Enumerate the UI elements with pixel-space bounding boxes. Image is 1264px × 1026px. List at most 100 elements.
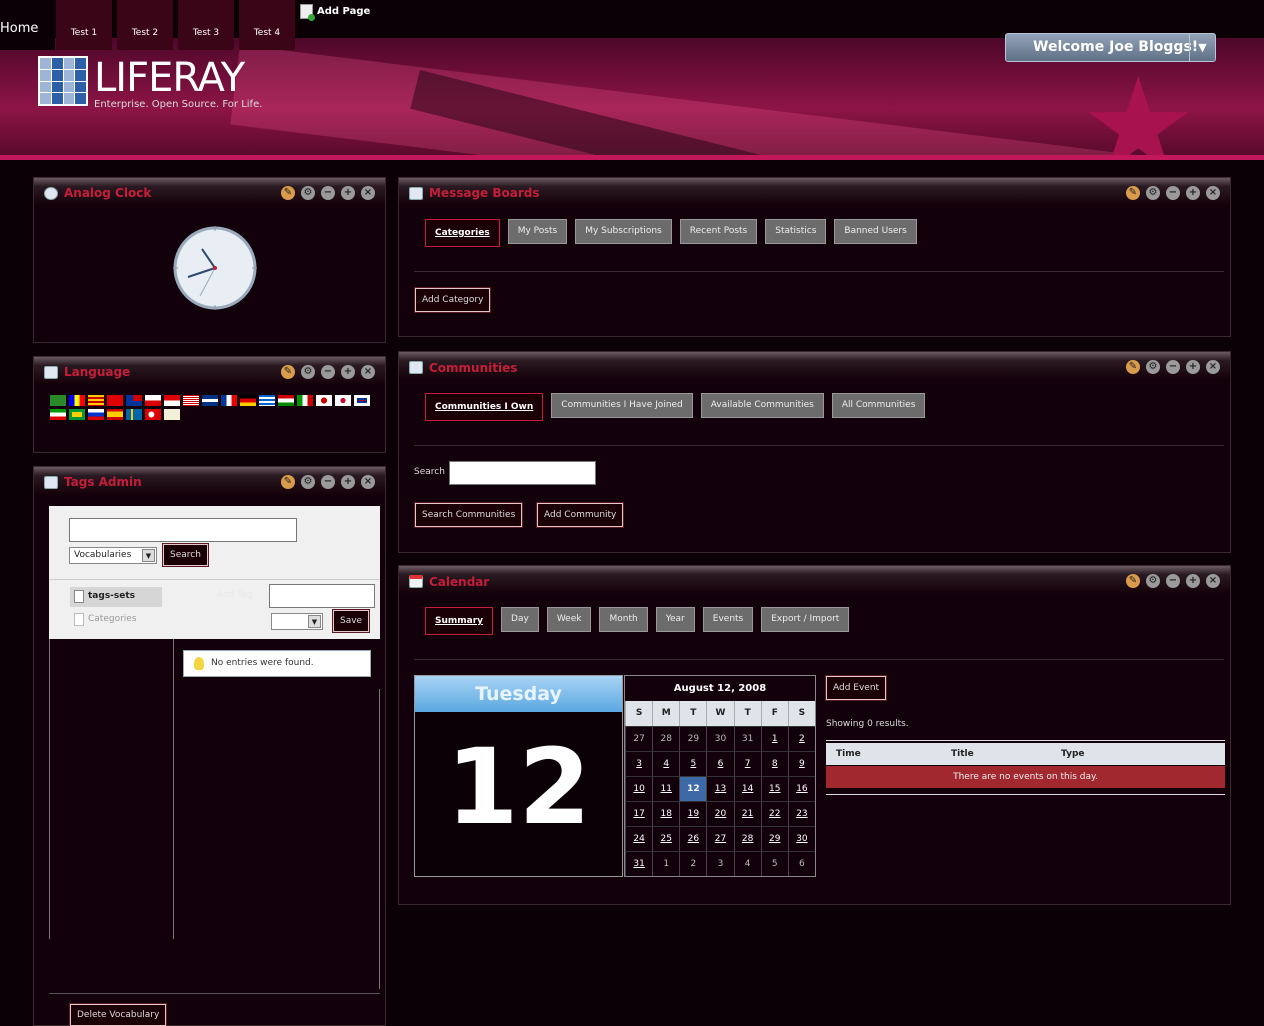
close-icon[interactable]: ×: [361, 186, 375, 200]
gear-icon[interactable]: ⚙: [301, 365, 315, 379]
flag-icon[interactable]: [164, 395, 180, 406]
calendar-day[interactable]: 31: [733, 726, 761, 751]
flag-icon[interactable]: [164, 409, 180, 420]
save-button[interactable]: Save: [331, 609, 371, 633]
calendar-day[interactable]: 26: [679, 826, 707, 851]
close-icon[interactable]: ×: [1206, 186, 1220, 200]
nav-home[interactable]: Home: [0, 0, 55, 50]
maximize-icon[interactable]: +: [341, 365, 355, 379]
flag-icon[interactable]: [50, 395, 66, 406]
tab-communities-i-have-joined[interactable]: Communities I Have Joined: [551, 393, 693, 418]
communities-search-input[interactable]: [449, 461, 596, 485]
calendar-day[interactable]: 1: [760, 726, 788, 751]
calendar-day[interactable]: 12: [679, 776, 707, 801]
flag-icon[interactable]: [69, 395, 85, 406]
maximize-icon[interactable]: +: [1186, 574, 1200, 588]
tab-year[interactable]: Year: [655, 607, 695, 632]
add-page-button[interactable]: Add Page: [300, 4, 370, 21]
calendar-day[interactable]: 10: [625, 776, 653, 801]
calendar-day[interactable]: 13: [706, 776, 734, 801]
tag-parent-select[interactable]: ▼: [271, 613, 323, 630]
tab-statistics[interactable]: Statistics: [765, 219, 827, 244]
vocabularies-select[interactable]: Vocabularies ▼: [69, 547, 157, 564]
nav-tab-test-1[interactable]: Test 1: [56, 0, 112, 50]
minimize-icon[interactable]: −: [1166, 574, 1180, 588]
tab-communities-i-own[interactable]: Communities I Own: [425, 393, 544, 421]
calendar-day[interactable]: 8: [760, 751, 788, 776]
tags-search-input[interactable]: [69, 518, 297, 542]
calendar-day[interactable]: 7: [733, 751, 761, 776]
gear-icon[interactable]: ⚙: [1146, 360, 1160, 374]
minimize-icon[interactable]: −: [321, 475, 335, 489]
maximize-icon[interactable]: +: [1186, 360, 1200, 374]
flag-icon[interactable]: [183, 395, 199, 406]
calendar-day[interactable]: 28: [652, 726, 680, 751]
flag-icon[interactable]: [297, 395, 313, 406]
flag-icon[interactable]: [88, 409, 104, 420]
calendar-day[interactable]: 27: [706, 826, 734, 851]
tab-month[interactable]: Month: [599, 607, 648, 632]
tab-my-subscriptions[interactable]: My Subscriptions: [575, 219, 672, 244]
close-icon[interactable]: ×: [1206, 360, 1220, 374]
welcome-menu-button[interactable]: Welcome Joe Bloggs! ▼: [1005, 33, 1216, 62]
calendar-day[interactable]: 14: [733, 776, 761, 801]
calendar-day[interactable]: 5: [760, 851, 788, 876]
palette-icon[interactable]: ✎: [1126, 574, 1140, 588]
gear-icon[interactable]: ⚙: [301, 186, 315, 200]
calendar-day[interactable]: 16: [787, 776, 815, 801]
calendar-day[interactable]: 6: [787, 851, 815, 876]
add-tag-input[interactable]: [269, 584, 375, 608]
flag-icon[interactable]: [126, 395, 142, 406]
calendar-day[interactable]: 4: [733, 851, 761, 876]
flag-icon[interactable]: [107, 395, 123, 406]
maximize-icon[interactable]: +: [341, 186, 355, 200]
flag-icon[interactable]: [202, 395, 218, 406]
calendar-day[interactable]: 31: [625, 851, 653, 876]
vocab-item-tags-sets[interactable]: tags-sets: [70, 587, 162, 607]
tags-search-button[interactable]: Search: [162, 543, 209, 567]
flag-icon[interactable]: [126, 409, 142, 420]
close-icon[interactable]: ×: [361, 365, 375, 379]
add-community-button[interactable]: Add Community: [535, 502, 625, 528]
palette-icon[interactable]: ✎: [1126, 360, 1140, 374]
tab-available-communities[interactable]: Available Communities: [700, 393, 824, 418]
palette-icon[interactable]: ✎: [281, 365, 295, 379]
tab-my-posts[interactable]: My Posts: [507, 219, 568, 244]
nav-tab-test-4[interactable]: Test 4: [239, 0, 295, 50]
flag-icon[interactable]: [278, 395, 294, 406]
minimize-icon[interactable]: −: [321, 365, 335, 379]
close-icon[interactable]: ×: [1206, 574, 1220, 588]
calendar-day[interactable]: 1: [652, 851, 680, 876]
tab-export-import[interactable]: Export / Import: [761, 607, 850, 632]
flag-icon[interactable]: [50, 409, 66, 420]
gear-icon[interactable]: ⚙: [1146, 574, 1160, 588]
calendar-day[interactable]: 3: [625, 751, 653, 776]
tab-week[interactable]: Week: [546, 607, 592, 632]
calendar-day[interactable]: 25: [652, 826, 680, 851]
minimize-icon[interactable]: −: [1166, 360, 1180, 374]
flag-icon[interactable]: [240, 395, 256, 406]
flag-icon[interactable]: [316, 395, 332, 406]
tab-events[interactable]: Events: [702, 607, 754, 632]
calendar-day[interactable]: 27: [625, 726, 653, 751]
calendar-day[interactable]: 24: [625, 826, 653, 851]
tab-summary[interactable]: Summary: [425, 607, 494, 635]
flag-icon[interactable]: [69, 409, 85, 420]
calendar-day[interactable]: 30: [787, 826, 815, 851]
calendar-day[interactable]: 20: [706, 801, 734, 826]
delete-vocabulary-button[interactable]: Delete Vocabulary: [68, 1003, 168, 1026]
add-category-button[interactable]: Add Category: [413, 287, 492, 313]
tab-day[interactable]: Day: [501, 607, 539, 632]
palette-icon[interactable]: ✎: [281, 186, 295, 200]
tab-categories[interactable]: Categories: [425, 219, 500, 247]
calendar-day[interactable]: 22: [760, 801, 788, 826]
calendar-day[interactable]: 30: [706, 726, 734, 751]
dropdown-arrow-icon[interactable]: ▼: [1189, 34, 1215, 61]
close-icon[interactable]: ×: [361, 475, 375, 489]
calendar-day[interactable]: 4: [652, 751, 680, 776]
calendar-day[interactable]: 5: [679, 751, 707, 776]
gear-icon[interactable]: ⚙: [301, 475, 315, 489]
maximize-icon[interactable]: +: [341, 475, 355, 489]
flag-icon[interactable]: [145, 395, 161, 406]
minimize-icon[interactable]: −: [321, 186, 335, 200]
